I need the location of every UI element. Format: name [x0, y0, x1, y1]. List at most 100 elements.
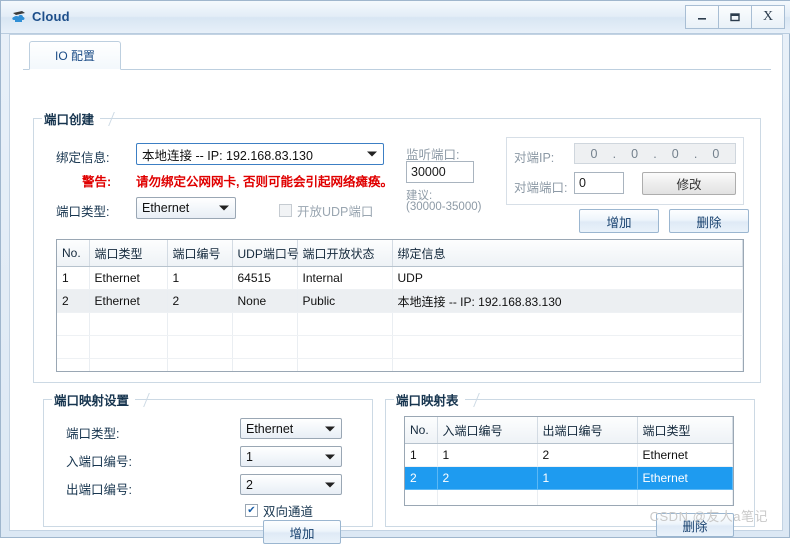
map-in-port-value: 1 [246, 449, 253, 464]
map-table-header-row: No. 入端口编号 出端口编号 端口类型 [405, 417, 733, 444]
port-table[interactable]: No. 端口类型 端口编号 UDP端口号 端口开放状态 绑定信息 1 Ether… [56, 239, 744, 372]
title-bar: Cloud X [1, 1, 790, 34]
close-button[interactable]: X [751, 5, 785, 29]
peer-port-value: 0 [579, 176, 586, 190]
peer-ip-input[interactable]: 0 . 0 . 0 . 0 [574, 143, 736, 164]
map-table-body: 1 1 2 Ethernet 2 2 1 Ethernet [405, 443, 733, 505]
window-title: Cloud [32, 9, 70, 24]
port-map-settings-title: 端口映射设置 [52, 390, 136, 409]
table-row-empty[interactable] [405, 489, 733, 505]
cell-status: Internal [297, 266, 393, 290]
table-row[interactable]: 1 Ethernet 1 64515 Internal UDP [57, 266, 743, 290]
cell-number: 2 [167, 289, 233, 313]
table-row[interactable]: 2 Ethernet 2 None Public 本地连接 -- IP: 192… [57, 289, 743, 313]
tab-io-config[interactable]: IO 配置 [29, 41, 121, 70]
maximize-button[interactable] [718, 5, 752, 29]
udp-checkbox[interactable] [279, 204, 292, 217]
cell-number: 1 [167, 266, 233, 290]
udp-checkbox-row[interactable]: 开放UDP端口 [279, 201, 373, 220]
warning-text: 请勿绑定公网网卡, 否则可能会引起网络瘫痪。 [136, 175, 393, 189]
table-row[interactable]: 1 1 2 Ethernet [405, 443, 733, 467]
peer-port-input[interactable]: 0 [574, 172, 624, 194]
peer-ip-octet-3: 0 [671, 146, 679, 161]
cell-type: Ethernet [637, 466, 733, 490]
warning-label: 警告: [82, 175, 112, 189]
cell-no: 2 [57, 289, 90, 313]
map-add-button[interactable]: 增加 [263, 520, 341, 544]
cell-out: 2 [537, 443, 638, 467]
table-row-empty[interactable] [57, 312, 743, 336]
cell-type: Ethernet [637, 443, 733, 467]
chevron-down-icon [219, 205, 229, 211]
port-create-title: 端口创建 [42, 109, 101, 128]
peer-ip-label: 对端IP: [514, 151, 555, 165]
table-row-empty[interactable] [57, 335, 743, 359]
bidirectional-label: 双向通道 [263, 505, 314, 519]
cell-no: 1 [405, 443, 438, 467]
add-port-button[interactable]: 增加 [579, 209, 659, 233]
cell-in: 1 [437, 443, 538, 467]
cell-no: 2 [405, 466, 438, 490]
bind-info-combo[interactable]: 本地连接 -- IP: 192.168.83.130 [136, 143, 384, 165]
map-col-no: No. [405, 417, 438, 444]
map-port-type-combo[interactable]: Ethernet [240, 418, 342, 439]
app-window: Cloud X IO 配置 端口创建 绑定信息: 本地连接 -- IP: 192… [0, 0, 790, 544]
map-col-out: 出端口编号 [537, 417, 638, 444]
bind-info-label: 绑定信息: [56, 151, 110, 165]
table-row-empty[interactable] [57, 358, 743, 371]
port-col-number: 端口编号 [167, 240, 233, 267]
port-type-label: 端口类型: [56, 205, 110, 219]
cloud-icon [10, 8, 28, 26]
peer-ip-octet-2: 0 [631, 146, 639, 161]
map-in-port-combo[interactable]: 1 [240, 446, 342, 467]
cell-udp: 64515 [232, 266, 298, 290]
bidirectional-checkbox-row[interactable]: ✔ 双向通道 [245, 501, 313, 520]
port-table-header-row: No. 端口类型 端口编号 UDP端口号 端口开放状态 绑定信息 [57, 240, 743, 267]
map-table[interactable]: No. 入端口编号 出端口编号 端口类型 1 1 2 Ethernet 2 2 … [404, 416, 734, 506]
map-col-type: 端口类型 [637, 417, 733, 444]
port-type-combo[interactable]: Ethernet [136, 197, 236, 219]
map-col-in: 入端口编号 [437, 417, 538, 444]
cell-type: Ethernet [89, 289, 168, 313]
cell-bind: UDP [392, 266, 743, 290]
port-map-settings-group: 端口映射设置 端口类型: Ethernet 入端口编号: 1 出端口编号: 2 … [43, 390, 373, 544]
port-create-group: 端口创建 绑定信息: 本地连接 -- IP: 192.168.83.130 警告… [33, 109, 761, 383]
peer-ip-octet-4: 0 [712, 146, 720, 161]
map-in-port-label: 入端口编号: [66, 455, 132, 469]
table-row-selected[interactable]: 2 2 1 Ethernet [405, 466, 733, 490]
cell-status: Public [297, 289, 393, 313]
map-port-type-label: 端口类型: [66, 427, 120, 441]
client-area: IO 配置 端口创建 绑定信息: 本地连接 -- IP: 192.168.83.… [9, 34, 783, 544]
port-type-value: Ethernet [142, 201, 190, 215]
modify-button[interactable]: 修改 [642, 172, 736, 195]
delete-port-button[interactable]: 删除 [669, 209, 749, 233]
port-col-no: No. [57, 240, 90, 267]
port-col-type: 端口类型 [89, 240, 168, 267]
cell-bind: 本地连接 -- IP: 192.168.83.130 [392, 289, 743, 313]
map-out-port-combo[interactable]: 2 [240, 474, 342, 495]
listen-port-value: 30000 [411, 165, 446, 179]
cell-udp: None [232, 289, 298, 313]
suggest-range: (30000-35000) [406, 201, 482, 213]
map-out-port-label: 出端口编号: [66, 483, 132, 497]
chevron-down-icon [325, 426, 335, 431]
watermark: CSDN @友人a笔记 [649, 509, 768, 524]
listen-port-input[interactable]: 30000 [406, 161, 474, 183]
tab-io-config-label: IO 配置 [54, 49, 95, 63]
udp-checkbox-label: 开放UDP端口 [297, 205, 374, 219]
port-col-udp: UDP端口号 [232, 240, 299, 267]
bind-info-value: 本地连接 -- IP: 192.168.83.130 [142, 148, 313, 163]
map-table-grid: No. 入端口编号 出端口编号 端口类型 1 1 2 Ethernet 2 2 … [405, 417, 733, 505]
port-table-grid: No. 端口类型 端口编号 UDP端口号 端口开放状态 绑定信息 1 Ether… [57, 240, 743, 371]
chevron-down-icon [325, 454, 335, 459]
minimize-button[interactable] [685, 5, 719, 29]
peer-port-label: 对端端口: [514, 181, 568, 195]
bidirectional-checkbox[interactable]: ✔ [245, 504, 258, 517]
peer-ip-separator: . [693, 146, 698, 161]
port-table-head: No. 端口类型 端口编号 UDP端口号 端口开放状态 绑定信息 [57, 240, 743, 267]
map-out-port-value: 2 [246, 477, 253, 492]
cell-no: 1 [57, 266, 90, 290]
map-table-head: No. 入端口编号 出端口编号 端口类型 [405, 417, 733, 444]
peer-ip-separator: . [653, 146, 657, 161]
port-table-body: 1 Ethernet 1 64515 Internal UDP 2 Ethern… [57, 266, 743, 371]
